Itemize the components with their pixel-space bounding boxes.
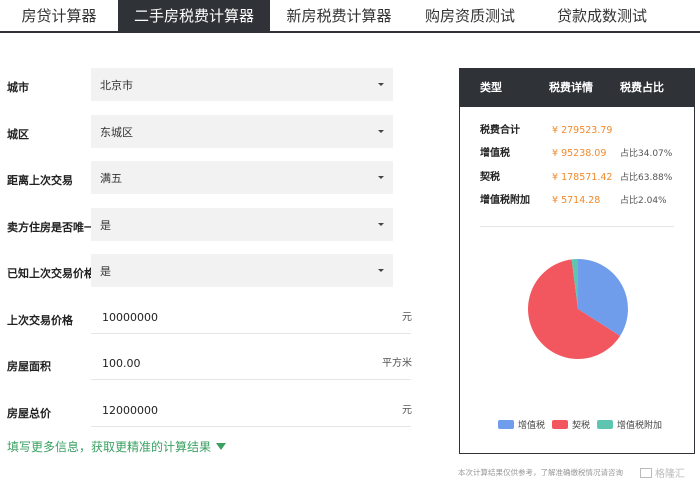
- disclaimer-text: 本次计算结果仅供参考，了解准确缴税情况请咨询: [458, 468, 623, 477]
- result-name: 增值税附加: [480, 195, 530, 206]
- result-amount: ¥ 279523.79: [552, 125, 613, 136]
- tax-result-panel: 类型 税费详情 税费占比 税费合计 ¥ 279523.79 增值税 ¥ 9523…: [459, 68, 695, 454]
- result-name: 增值税: [480, 148, 510, 159]
- legend-label: 契税: [572, 421, 591, 431]
- floor-area-input[interactable]: [91, 347, 411, 380]
- header-tax-ratio: 税费占比: [620, 81, 664, 94]
- years-since-last-trade-value: 满五: [100, 171, 122, 185]
- result-amount: ¥ 95238.09: [552, 148, 607, 159]
- caret-down-icon: [378, 269, 384, 272]
- form-row-known-last-price: 已知上次交易价格 是: [0, 254, 420, 294]
- city-select[interactable]: 北京市: [91, 68, 393, 101]
- known-last-price-value: 是: [100, 264, 111, 278]
- last-trade-price-input[interactable]: [91, 301, 411, 334]
- tab-new-home-tax-calculator[interactable]: 新房税费计算器: [270, 0, 408, 31]
- panel-divider: [480, 226, 674, 227]
- form-row-seller-only-home: 卖方住房是否唯一 是: [0, 208, 420, 248]
- more-info-link[interactable]: 填写更多信息，获取更精准的计算结果: [7, 438, 227, 455]
- result-amount: ¥ 178571.42: [552, 172, 613, 183]
- floor-area-unit: 平方米: [382, 358, 412, 369]
- total-price-unit: 元: [402, 405, 412, 416]
- header-type: 类型: [480, 81, 502, 94]
- result-row-total: 税费合计 ¥ 279523.79: [460, 121, 694, 141]
- floor-area-label: 房屋面积: [7, 360, 51, 373]
- tab-mortgage-calculator[interactable]: 房贷计算器: [0, 0, 118, 31]
- result-ratio: 占比2.04%: [620, 196, 667, 206]
- district-select[interactable]: 东城区: [91, 115, 393, 148]
- tab-purchase-eligibility-test[interactable]: 购房资质测试: [408, 0, 532, 31]
- legend-item-vat-surcharge[interactable]: 增值税附加: [597, 418, 662, 431]
- calculator-tabs: 房贷计算器 二手房税费计算器 新房税费计算器 购房资质测试 贷款成数测试: [0, 0, 700, 33]
- tax-pie-chart: [528, 259, 628, 359]
- legend-label: 增值税附加: [617, 421, 663, 431]
- total-price-label: 房屋总价: [7, 407, 51, 420]
- city-label: 城市: [7, 81, 29, 94]
- watermark-text: 格隆汇: [655, 469, 685, 480]
- form-row-floor-area: 房屋面积 平方米: [0, 347, 420, 387]
- caret-down-icon: [378, 223, 384, 226]
- more-info-link-text: 填写更多信息，获取更精准的计算结果: [7, 440, 212, 454]
- legend-swatch: [597, 420, 613, 429]
- seller-only-home-label: 卖方住房是否唯一: [7, 221, 95, 234]
- result-name: 契税: [480, 172, 500, 183]
- pie-legend: 增值税 契税 增值税附加: [460, 418, 694, 432]
- caret-down-icon: [378, 130, 384, 133]
- district-label: 城区: [7, 128, 29, 141]
- caret-down-icon: [378, 176, 384, 179]
- legend-swatch: [498, 420, 514, 429]
- known-last-price-select[interactable]: 是: [91, 254, 393, 287]
- district-select-value: 东城区: [100, 125, 133, 139]
- seller-only-home-select[interactable]: 是: [91, 208, 393, 241]
- triangle-down-icon: [216, 443, 227, 450]
- form-row-last-trade-price: 上次交易价格 元: [0, 301, 420, 341]
- result-amount: ¥ 5714.28: [552, 195, 601, 206]
- result-ratio: 占比63.88%: [620, 173, 673, 183]
- form-row-years-since-last-trade: 距离上次交易 满五: [0, 161, 420, 201]
- tab-loan-ratio-test[interactable]: 贷款成数测试: [532, 0, 672, 31]
- years-since-last-trade-label: 距离上次交易: [7, 174, 73, 187]
- watermark-logo-icon: [640, 467, 652, 478]
- form-row-total-price: 房屋总价 元: [0, 394, 420, 434]
- result-ratio: 占比34.07%: [620, 149, 673, 159]
- tab-resale-tax-calculator[interactable]: 二手房税费计算器: [118, 0, 270, 31]
- header-tax-detail: 税费详情: [549, 81, 593, 94]
- legend-item-vat[interactable]: 增值税: [498, 418, 545, 431]
- last-trade-price-label: 上次交易价格: [7, 314, 73, 327]
- result-row-deed-tax: 契税 ¥ 178571.42 占比63.88%: [460, 168, 694, 188]
- caret-down-icon: [378, 83, 384, 86]
- seller-only-home-value: 是: [100, 218, 111, 232]
- result-table-header: 类型 税费详情 税费占比: [460, 69, 694, 107]
- years-since-last-trade-select[interactable]: 满五: [91, 161, 393, 194]
- form-row-district: 城区 东城区: [0, 115, 420, 155]
- watermark: 格隆汇: [640, 465, 685, 480]
- result-name: 税费合计: [480, 125, 520, 136]
- legend-label: 增值税: [518, 421, 546, 431]
- form-row-city: 城市 北京市: [0, 68, 420, 108]
- legend-swatch: [552, 420, 568, 429]
- city-select-value: 北京市: [100, 78, 133, 92]
- last-trade-price-unit: 元: [402, 312, 412, 323]
- total-price-input[interactable]: [91, 394, 411, 427]
- legend-item-deed-tax[interactable]: 契税: [552, 418, 590, 431]
- known-last-price-label: 已知上次交易价格: [7, 267, 95, 280]
- result-row-vat-surcharge: 增值税附加 ¥ 5714.28 占比2.04%: [460, 191, 694, 211]
- result-row-vat: 增值税 ¥ 95238.09 占比34.07%: [460, 144, 694, 164]
